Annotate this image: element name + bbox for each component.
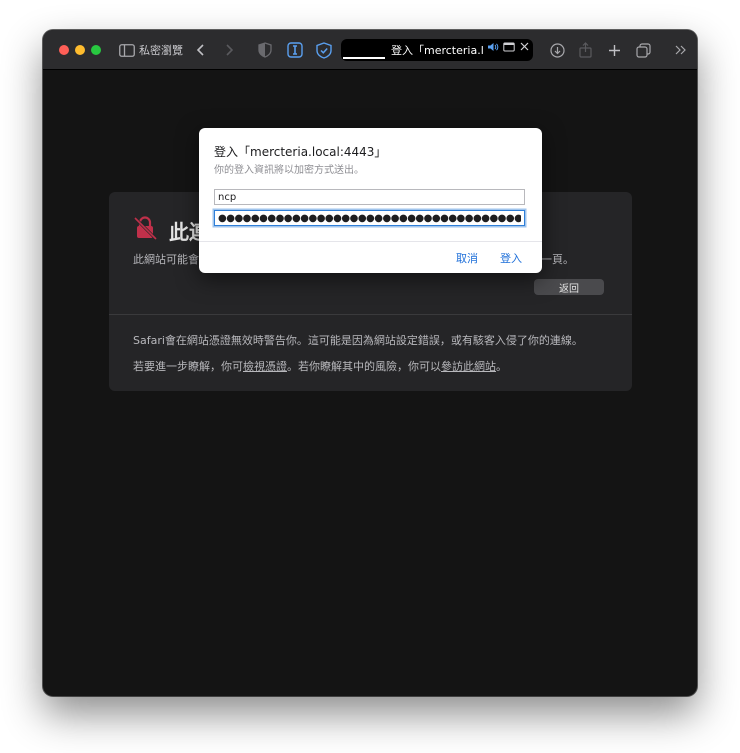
login-dialog-subtitle: 你的登入資訊將以加密方式送出。	[214, 165, 364, 176]
visit-website-link[interactable]: 參訪此網站	[441, 360, 496, 373]
tab-title: 登入「mercteria.l...	[391, 44, 483, 57]
minimize-window-button[interactable]	[75, 45, 85, 55]
cancel-button[interactable]: 取消	[456, 250, 478, 266]
error-description-end: 一頁。	[541, 253, 574, 266]
zoom-window-button[interactable]	[91, 45, 101, 55]
bitwarden-shield-icon[interactable]	[314, 40, 334, 60]
tab-overview-icon[interactable]	[633, 40, 653, 60]
go-back-button[interactable]: 返回	[534, 279, 604, 295]
new-tab-icon[interactable]	[604, 40, 624, 60]
broken-lock-icon	[133, 215, 159, 241]
address-bar[interactable]: 登入「mercteria.l...	[341, 39, 533, 61]
certificate-learn-more-text: 若要進一步瞭解，你可檢視憑證。若你瞭解其中的風險，你可以參訪此網站。	[133, 358, 507, 374]
privacy-shield-icon[interactable]	[255, 40, 275, 60]
speaker-icon[interactable]	[487, 41, 499, 56]
learn-more-suffix: 。	[496, 360, 507, 373]
text-cursor-extension-icon[interactable]	[285, 40, 305, 60]
error-description-start: 此網站可能會	[133, 253, 199, 266]
login-button[interactable]: 登入	[500, 250, 522, 266]
page-load-progress	[343, 57, 385, 59]
browser-window: 私密瀏覽 登入「mercteria.l...	[43, 30, 697, 696]
login-dialog-divider	[199, 241, 542, 242]
close-tab-icon[interactable]	[519, 41, 530, 55]
share-icon[interactable]	[575, 40, 595, 60]
close-window-button[interactable]	[59, 45, 69, 55]
login-dialog-title: 登入「mercteria.local:4443」	[214, 145, 387, 159]
forward-button[interactable]	[219, 40, 239, 60]
view-certificate-link[interactable]: 檢視憑證	[243, 360, 287, 373]
learn-more-middle: 。若你瞭解其中的風險，你可以	[287, 360, 441, 373]
downloads-icon[interactable]	[547, 40, 567, 60]
username-field[interactable]	[214, 189, 525, 205]
login-dialog: 登入「mercteria.local:4443」 你的登入資訊將以加密方式送出。…	[199, 128, 542, 273]
picture-in-picture-icon[interactable]	[503, 41, 515, 56]
password-field[interactable]	[214, 210, 525, 226]
overflow-chevrons-icon[interactable]	[670, 40, 690, 60]
browser-toolbar: 私密瀏覽 登入「mercteria.l...	[43, 30, 697, 70]
sidebar-toggle-icon[interactable]	[117, 40, 137, 60]
learn-more-prefix: 若要進一步瞭解，你可	[133, 360, 243, 373]
error-divider	[109, 314, 632, 315]
private-browsing-label: 私密瀏覽	[139, 44, 183, 57]
certificate-warning-text: Safari會在網站憑證無效時警告你。這可能是因為網站設定錯誤，或有駭客入侵了你…	[133, 334, 583, 347]
back-button[interactable]	[191, 40, 211, 60]
